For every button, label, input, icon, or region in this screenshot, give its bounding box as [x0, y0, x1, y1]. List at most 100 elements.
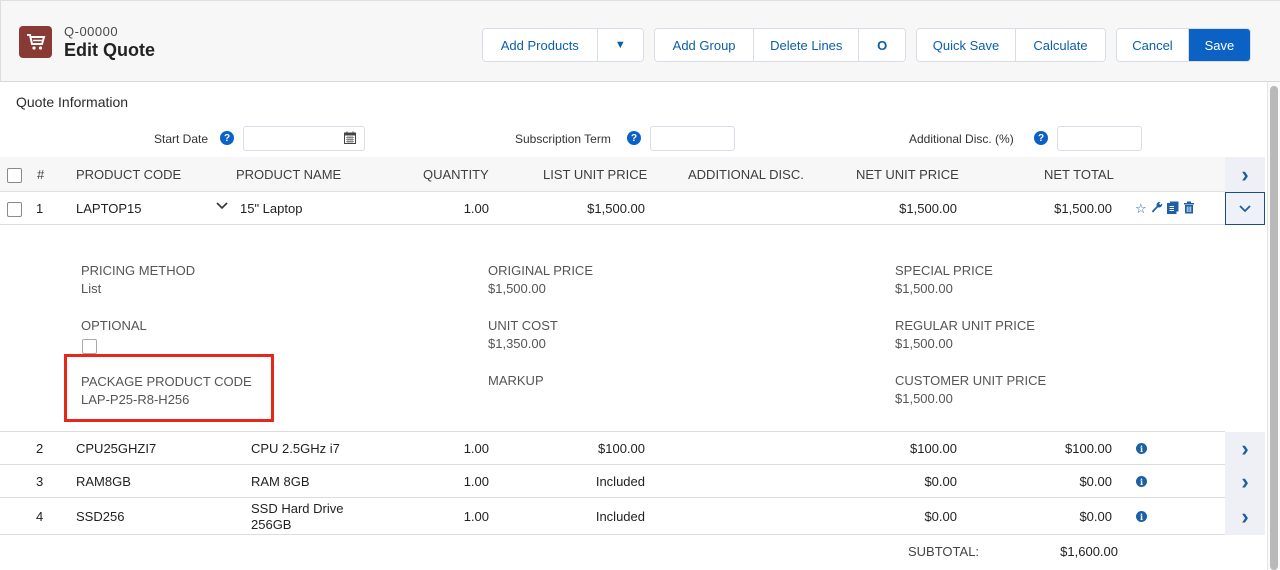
expand-row-button[interactable]: ›	[1225, 465, 1265, 498]
info-icon[interactable]: i	[1136, 443, 1147, 454]
chevron-down-icon[interactable]	[216, 197, 228, 215]
product-code[interactable]: RAM8GB	[76, 474, 131, 489]
save-actions-group: Quick Save Calculate	[916, 28, 1106, 62]
special-price-label: SPECIAL PRICE	[895, 263, 993, 278]
list-unit-price: $100.00	[598, 441, 645, 456]
cancel-button[interactable]: Cancel	[1117, 29, 1189, 61]
customer-unit-price-value: $1,500.00	[895, 391, 953, 406]
add-group-button[interactable]: Add Group	[655, 29, 755, 61]
quantity[interactable]: 1.00	[400, 441, 489, 456]
info-icon[interactable]: i	[1136, 476, 1147, 487]
shopping-cart-icon	[19, 26, 52, 58]
add-products-menu-button[interactable]: ▼	[597, 29, 643, 61]
markup-label: MARKUP	[488, 373, 544, 388]
add-products-group: Add Products ▼	[482, 28, 644, 62]
product-name-line: 256GB	[251, 517, 292, 532]
collapse-row-button[interactable]	[1225, 192, 1265, 225]
save-button[interactable]: Save	[1188, 29, 1250, 61]
highlight-annotation	[64, 354, 274, 422]
reset-button[interactable]: O	[859, 29, 905, 61]
regular-unit-price-label: REGULAR UNIT PRICE	[895, 318, 1035, 333]
row-number: 4	[36, 509, 44, 524]
chevron-right-icon: ›	[1241, 468, 1249, 494]
column-header-product-code[interactable]: PRODUCT CODE	[76, 167, 181, 182]
net-unit-price: $0.00	[924, 509, 957, 524]
table-row: 2 CPU25GHZI7 CPU 2.5GHz i7 1.00 $100.00 …	[0, 432, 1225, 465]
info-icon[interactable]: i	[1136, 511, 1147, 522]
product-name: SSD Hard Drive 256GB	[251, 501, 343, 533]
net-total: $0.00	[1079, 509, 1112, 524]
page-header: Q-00000 Edit Quote Add Products ▼ Add Gr…	[0, 0, 1280, 82]
help-icon[interactable]: ?	[627, 131, 641, 145]
quantity[interactable]: 1.00	[400, 509, 489, 524]
net-unit-price: $0.00	[924, 474, 957, 489]
product-name: 15" Laptop	[240, 201, 303, 216]
pricing-method-value: List	[81, 281, 102, 296]
column-header-additional-disc[interactable]: ADDITIONAL DISC.	[688, 167, 804, 182]
record-id: Q-00000	[64, 24, 119, 39]
table-row: 1 LAPTOP15 15" Laptop 1.00 $1,500.00 $1,…	[0, 192, 1225, 225]
product-code[interactable]: SSD256	[76, 509, 124, 524]
product-name-line: SSD Hard Drive	[251, 501, 344, 516]
subtotal-label: SUBTOTAL:	[908, 544, 980, 559]
row-checkbox[interactable]	[7, 202, 22, 217]
table-header: # PRODUCT CODE PRODUCT NAME QUANTITY LIS…	[0, 157, 1225, 192]
chevron-down-icon	[1239, 200, 1251, 218]
subscription-term-label: Subscription Term	[515, 132, 611, 146]
optional-checkbox[interactable]	[82, 339, 97, 354]
delete-lines-button[interactable]: Delete Lines	[754, 29, 860, 61]
subtotal-value: $1,600.00	[1060, 544, 1118, 559]
quantity[interactable]: 1.00	[400, 474, 489, 489]
line-actions-group: Add Group Delete Lines O	[654, 28, 906, 62]
column-header-net-unit-price[interactable]: NET UNIT PRICE	[856, 167, 959, 182]
quick-save-button[interactable]: Quick Save	[917, 29, 1016, 61]
column-header-list-unit-price[interactable]: LIST UNIT PRICE	[543, 167, 647, 182]
list-unit-price: Included	[595, 509, 645, 524]
help-icon[interactable]: ?	[1034, 131, 1048, 145]
quantity[interactable]: 1.00	[400, 201, 489, 216]
expand-row-button[interactable]: ›	[1225, 498, 1265, 535]
final-actions-group: Cancel Save	[1116, 28, 1251, 62]
net-unit-price: $100.00	[910, 441, 957, 456]
wrench-icon[interactable]	[1151, 201, 1163, 217]
table-row: 3 RAM8GB RAM 8GB 1.00 Included $0.00 $0.…	[0, 465, 1225, 498]
product-code[interactable]: LAPTOP15	[76, 201, 142, 216]
calendar-icon[interactable]	[344, 131, 356, 147]
expand-columns-button[interactable]: ›	[1225, 157, 1265, 192]
add-products-button[interactable]: Add Products	[483, 29, 598, 61]
copy-icon[interactable]	[1166, 201, 1179, 217]
subscription-term-input[interactable]	[650, 126, 735, 151]
regular-unit-price-value: $1,500.00	[895, 336, 953, 351]
circle-icon: O	[877, 37, 888, 53]
column-header-quantity[interactable]: QUANTITY	[423, 167, 489, 182]
original-price-value: $1,500.00	[488, 281, 546, 296]
chevron-right-icon: ›	[1241, 503, 1249, 529]
trash-icon[interactable]	[1183, 201, 1195, 217]
select-all-checkbox[interactable]	[7, 168, 22, 183]
page-title: Edit Quote	[64, 40, 155, 60]
chevron-right-icon: ›	[1241, 435, 1249, 461]
additional-disc-input[interactable]	[1057, 126, 1142, 151]
net-total: $0.00	[1079, 474, 1112, 489]
row-number: 1	[36, 201, 44, 216]
net-total: $1,500.00	[1054, 201, 1112, 216]
expand-row-button[interactable]: ›	[1225, 432, 1265, 465]
scrollbar-thumb[interactable]	[1270, 86, 1278, 570]
start-date-input[interactable]	[243, 126, 365, 151]
section-title: Quote Information	[16, 94, 129, 110]
caret-down-icon: ▼	[614, 39, 626, 51]
column-header-product-name[interactable]: PRODUCT NAME	[236, 167, 341, 182]
table-row: 4 SSD256 SSD Hard Drive 256GB 1.00 Inclu…	[0, 498, 1225, 535]
star-icon[interactable]: ☆	[1135, 201, 1147, 217]
product-name: RAM 8GB	[251, 474, 310, 489]
product-code[interactable]: CPU25GHZI7	[76, 441, 156, 456]
vertical-scrollbar[interactable]	[1267, 82, 1280, 570]
column-header-number: #	[37, 167, 45, 182]
help-icon[interactable]: ?	[220, 131, 234, 145]
row-number: 2	[36, 441, 44, 456]
column-header-net-total[interactable]: NET TOTAL	[1044, 167, 1114, 182]
list-unit-price: Included	[595, 474, 645, 489]
special-price-value: $1,500.00	[895, 281, 953, 296]
row-number: 3	[36, 474, 44, 489]
calculate-button[interactable]: Calculate	[1015, 29, 1105, 61]
